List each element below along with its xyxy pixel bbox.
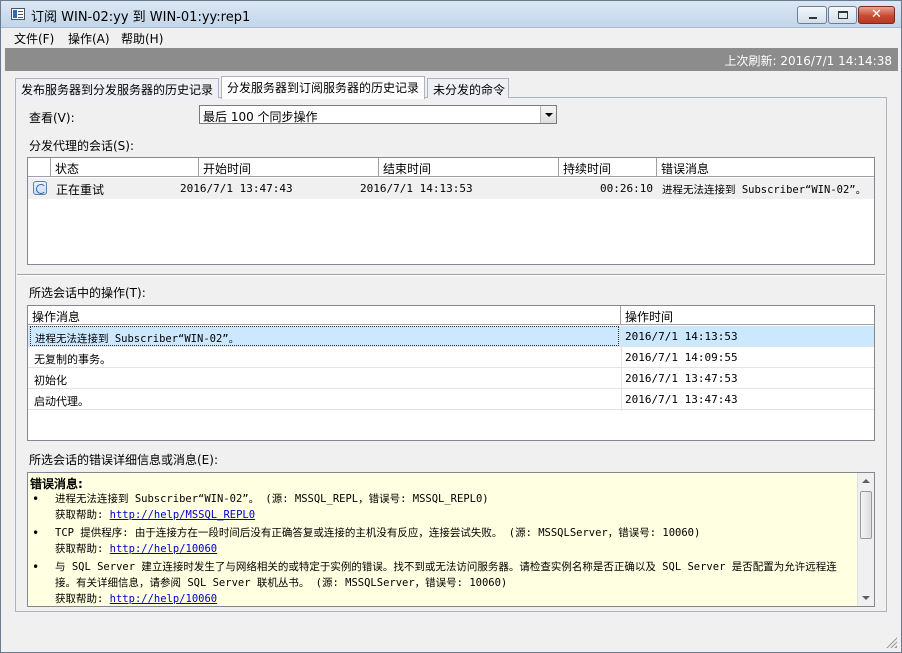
view-select[interactable]: 最后 100 个同步操作 [199,105,557,124]
help-label: 获取帮助: [55,543,104,555]
maximize-icon [838,11,848,19]
column-divider [621,325,622,411]
action-row[interactable]: 初始化 2016/7/1 13:47:53 [28,368,874,389]
help-label: 获取帮助: [55,509,104,521]
help-line: 获取帮助: http://help/MSSQL_REPL0 [55,507,856,523]
column-header-start[interactable]: 开始时间 [199,158,379,177]
actions-grid-header: 操作消息 操作时间 [28,306,874,325]
error-details-content: 错误消息: • 进程无法连接到 Subscriber“WIN-02”。 (源: … [30,475,856,606]
replication-monitor-window: 订阅 WIN-02:yy 到 WIN-01:yy:rep1 ✕ 文件(F) 操作… [0,0,902,653]
actions-label: 所选会话中的操作(T): [29,286,146,300]
action-message: 进程无法连接到 Subscriber“WIN-02”。 [30,326,619,346]
title-bar[interactable]: 订阅 WIN-02:yy 到 WIN-01:yy:rep1 ✕ [1,1,901,28]
sessions-label: 分发代理的会话(S): [29,139,135,153]
help-link[interactable]: http://help/10060 [110,543,217,555]
actions-grid[interactable]: 操作消息 操作时间 进程无法连接到 Subscriber“WIN-02”。 20… [27,305,875,441]
session-row[interactable]: 正在重试 2016/7/1 13:47:43 2016/7/1 14:13:53… [28,178,874,199]
maximize-button[interactable] [828,6,857,24]
action-time: 2016/7/1 14:13:53 [625,330,738,343]
action-row[interactable]: 无复制的事务。 2016/7/1 14:09:55 [28,347,874,368]
chevron-down-icon[interactable] [540,106,556,123]
menu-action[interactable]: 操作(A) [68,30,110,47]
column-header-duration[interactable]: 持续时间 [559,158,657,177]
minimize-button[interactable] [797,6,827,24]
app-icon [11,8,25,20]
window-title: 订阅 WIN-02:yy 到 WIN-01:yy:rep1 [31,10,251,25]
session-end: 2016/7/1 14:13:53 [360,182,473,195]
menu-file[interactable]: 文件(F) [14,30,54,47]
action-message: 初始化 [34,374,67,387]
error-item: • 与 SQL Server 建立连接时发生了与网络相关的或特定于实例的错误。找… [30,559,856,606]
divider [17,274,885,276]
session-error: 进程无法连接到 Subscriber“WIN-02”。 [662,184,867,196]
error-item-text: 进程无法连接到 Subscriber“WIN-02”。 (源: MSSQL_RE… [55,493,489,505]
refresh-bar: 上次刷新: 2016/7/1 14:14:38 [5,48,898,71]
sessions-grid[interactable]: 状态 开始时间 结束时间 持续时间 错误消息 正在重试 2016/7/1 13:… [27,157,875,265]
details-scrollbar[interactable] [857,473,874,606]
column-header-action-message[interactable]: 操作消息 [28,306,621,325]
details-label: 所选会话的错误详细信息或消息(E): [29,453,218,467]
resize-grip-icon[interactable] [885,636,897,648]
sessions-grid-header: 状态 开始时间 结束时间 持续时间 错误消息 [28,158,874,177]
action-time: 2016/7/1 13:47:43 [625,393,738,406]
session-duration: 00:26:10 [600,182,653,195]
column-header-error[interactable]: 错误消息 [657,158,874,177]
action-time: 2016/7/1 13:47:53 [625,372,738,385]
help-label: 获取帮助: [55,593,104,605]
error-item: • 进程无法连接到 Subscriber“WIN-02”。 (源: MSSQL_… [30,491,856,523]
column-header-end[interactable]: 结束时间 [379,158,559,177]
action-row[interactable]: 启动代理。 2016/7/1 13:47:43 [28,389,874,410]
error-item-text: 与 SQL Server 建立连接时发生了与网络相关的或特定于实例的错误。找不到… [55,561,837,589]
close-icon: ✕ [871,7,882,22]
scroll-up-icon[interactable] [862,479,870,483]
column-header-status[interactable]: 状态 [51,158,199,177]
column-header-action-time[interactable]: 操作时间 [621,306,874,325]
help-line: 获取帮助: http://help/10060 [55,541,856,557]
tab-publisher-to-distributor[interactable]: 发布服务器到分发服务器的历史记录 [15,78,219,98]
bullet-icon: • [32,492,40,506]
bullet-icon: • [32,526,40,540]
help-line: 获取帮助: http://help/10060 [55,591,856,606]
minimize-icon [809,17,817,19]
scroll-thumb[interactable] [860,491,872,539]
tab-undistributed-commands[interactable]: 未分发的命令 [427,78,509,98]
menu-help[interactable]: 帮助(H) [121,30,163,47]
action-row[interactable]: 进程无法连接到 Subscriber“WIN-02”。 2016/7/1 14:… [28,326,874,347]
column-header-icon [28,158,51,177]
scroll-down-icon[interactable] [862,596,870,600]
action-message: 启动代理。 [34,395,89,408]
last-refresh-text: 上次刷新: 2016/7/1 14:14:38 [724,54,892,68]
bullet-icon: • [32,560,40,574]
error-item: • TCP 提供程序: 由于连接方在一段时间后没有正确答复或连接的主机没有反应，… [30,525,856,557]
action-time: 2016/7/1 14:09:55 [625,351,738,364]
retry-status-icon [33,181,47,195]
view-select-value: 最后 100 个同步操作 [203,110,318,124]
help-link[interactable]: http://help/10060 [110,593,217,605]
error-details-title: 错误消息: [30,477,83,491]
help-link[interactable]: http://help/MSSQL_REPL0 [110,509,255,521]
tab-distributor-to-subscriber[interactable]: 分发服务器到订阅服务器的历史记录 [221,76,425,99]
close-button[interactable]: ✕ [858,6,895,24]
action-message: 无复制的事务。 [34,353,111,366]
error-details-box[interactable]: 错误消息: • 进程无法连接到 Subscriber“WIN-02”。 (源: … [27,472,875,607]
error-item-text: TCP 提供程序: 由于连接方在一段时间后没有正确答复或连接的主机没有反应，连接… [55,527,701,539]
session-start: 2016/7/1 13:47:43 [180,182,293,195]
view-label: 查看(V): [29,111,75,125]
menu-bar: 文件(F) 操作(A) 帮助(H) [1,28,901,47]
